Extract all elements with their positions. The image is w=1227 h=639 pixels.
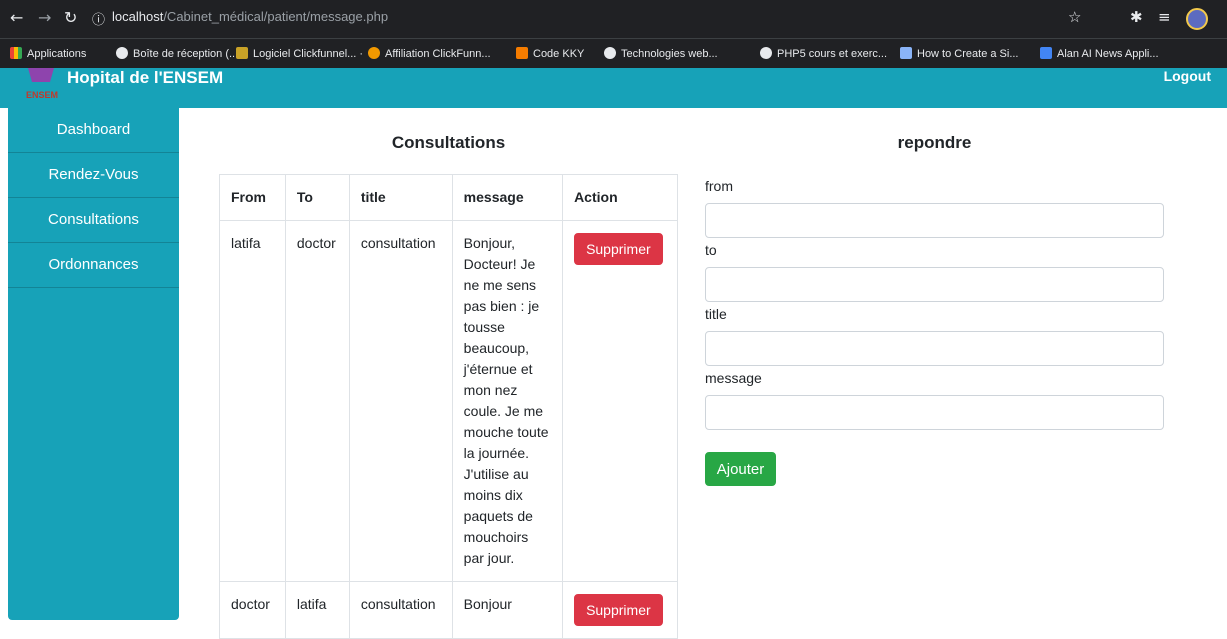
graduation-cap-icon	[604, 47, 616, 59]
delete-button[interactable]: Supprimer	[574, 233, 663, 265]
to-input[interactable]	[705, 267, 1164, 302]
shield-icon	[368, 47, 380, 59]
alan-ai-icon	[1040, 47, 1052, 59]
from-input[interactable]	[705, 203, 1164, 238]
table-row: doctor latifa consultation Bonjour Suppr…	[219, 581, 678, 639]
cell-title: consultation	[348, 220, 453, 582]
add-button[interactable]: Ajouter	[705, 452, 776, 486]
globe-icon	[760, 47, 772, 59]
column-header-to: To	[284, 174, 350, 221]
site-icon	[900, 47, 912, 59]
consultations-table: From To title message Action latifa doct…	[219, 174, 678, 639]
consultations-title: Consultations	[391, 133, 506, 152]
bookmark-php5[interactable]: PHP5 cours et exerc...	[760, 47, 887, 60]
sidebar-item-rendez-vous[interactable]: Rendez-Vous	[8, 153, 179, 198]
sidebar: Dashboard Rendez-Vous Consultations Ordo…	[8, 108, 179, 620]
bookmark-label: Boîte de réception (...	[133, 48, 239, 60]
apps-grid-icon	[10, 47, 22, 59]
bookmark-how-to-create[interactable]: How to Create a Si...	[900, 47, 1019, 60]
cell-message: Bonjour	[451, 581, 564, 639]
browser-toolbar: ← → ↻ ⓘ localhost/Cabinet_médical/patien…	[0, 0, 1227, 38]
from-label: from	[705, 178, 733, 194]
address-bar[interactable]: localhost/Cabinet_médical/patient/messag…	[112, 9, 388, 24]
bookmark-label: Affiliation ClickFunn...	[385, 48, 491, 60]
bookmark-clickfunnel[interactable]: Logiciel Clickfunnel... ·	[236, 47, 363, 60]
bookmark-alan-ai[interactable]: Alan AI News Appli...	[1040, 47, 1159, 60]
cell-message: Bonjour, Docteur! Je ne me sens pas bien…	[451, 220, 564, 582]
cell-title: consultation	[348, 581, 453, 639]
media-control-icon[interactable]: ≡	[1158, 8, 1171, 26]
bookmark-label: Applications	[27, 48, 87, 60]
bookmark-label: PHP5 cours et exerc...	[777, 48, 888, 60]
bookmark-inbox[interactable]: Boîte de réception (...	[116, 47, 238, 60]
column-header-message: message	[451, 174, 564, 221]
reply-title: repondre	[897, 133, 972, 152]
title-label: title	[705, 306, 727, 322]
sidebar-item-consultations[interactable]: Consultations	[8, 198, 179, 243]
cell-from: doctor	[219, 581, 286, 639]
bookmark-label: How to Create a Si...	[917, 48, 1019, 60]
bookmark-label: Technologies web...	[621, 48, 718, 60]
bookmark-applications[interactable]: Applications	[10, 47, 86, 60]
bookmark-star-icon[interactable]: ☆	[1068, 8, 1081, 26]
bookmarks-bar: Applications Boîte de réception (... Log…	[0, 38, 1227, 68]
globe-icon	[116, 47, 128, 59]
bookmark-label: Code KKY	[533, 48, 585, 60]
cell-action: Supprimer	[562, 581, 678, 639]
sidebar-item-dashboard[interactable]: Dashboard	[8, 108, 179, 153]
forward-icon[interactable]: →	[38, 8, 51, 27]
clickfunnels-icon	[236, 47, 248, 59]
cell-to: doctor	[284, 220, 350, 582]
back-icon[interactable]: ←	[10, 8, 23, 27]
profile-avatar[interactable]	[1186, 8, 1208, 30]
svg-text:ENSEM: ENSEM	[26, 90, 58, 100]
bookmark-affiliation[interactable]: Affiliation ClickFunn...	[368, 47, 491, 60]
message-label: message	[705, 370, 762, 386]
column-header-action: Action	[562, 174, 678, 221]
logout-link[interactable]: Logout	[1164, 68, 1211, 84]
column-header-from: From	[219, 174, 286, 221]
message-input[interactable]	[705, 395, 1164, 430]
cell-to: latifa	[284, 581, 350, 639]
column-header-title: title	[348, 174, 453, 221]
bookmark-technologies-web[interactable]: Technologies web...	[604, 47, 718, 60]
to-label: to	[705, 242, 717, 258]
bookmark-code-kky[interactable]: Code KKY	[516, 47, 584, 60]
app-brand[interactable]: Hopital de l'ENSEM	[67, 68, 223, 88]
url-path: /Cabinet_médical/patient/message.php	[163, 9, 389, 24]
sidebar-item-ordonnances[interactable]: Ordonnances	[8, 243, 179, 288]
bookmark-label: Alan AI News Appli...	[1057, 48, 1159, 60]
reload-icon[interactable]: ↻	[64, 8, 77, 27]
app-header: ENSEM Hopital de l'ENSEM Logout	[0, 68, 1227, 108]
delete-button[interactable]: Supprimer	[574, 594, 663, 626]
table-row: latifa doctor consultation Bonjour, Doct…	[219, 220, 678, 582]
cell-action: Supprimer	[562, 220, 678, 582]
blogger-icon	[516, 47, 528, 59]
table-header-row: From To title message Action	[219, 174, 678, 221]
site-info-icon[interactable]: ⓘ	[92, 9, 105, 28]
cell-from: latifa	[219, 220, 286, 582]
url-host: localhost	[112, 9, 164, 24]
bookmark-label: Logiciel Clickfunnel... ·	[253, 48, 364, 60]
title-input[interactable]	[705, 331, 1164, 366]
ensem-logo: ENSEM	[26, 68, 58, 100]
extensions-icon[interactable]: ✱	[1130, 8, 1143, 26]
